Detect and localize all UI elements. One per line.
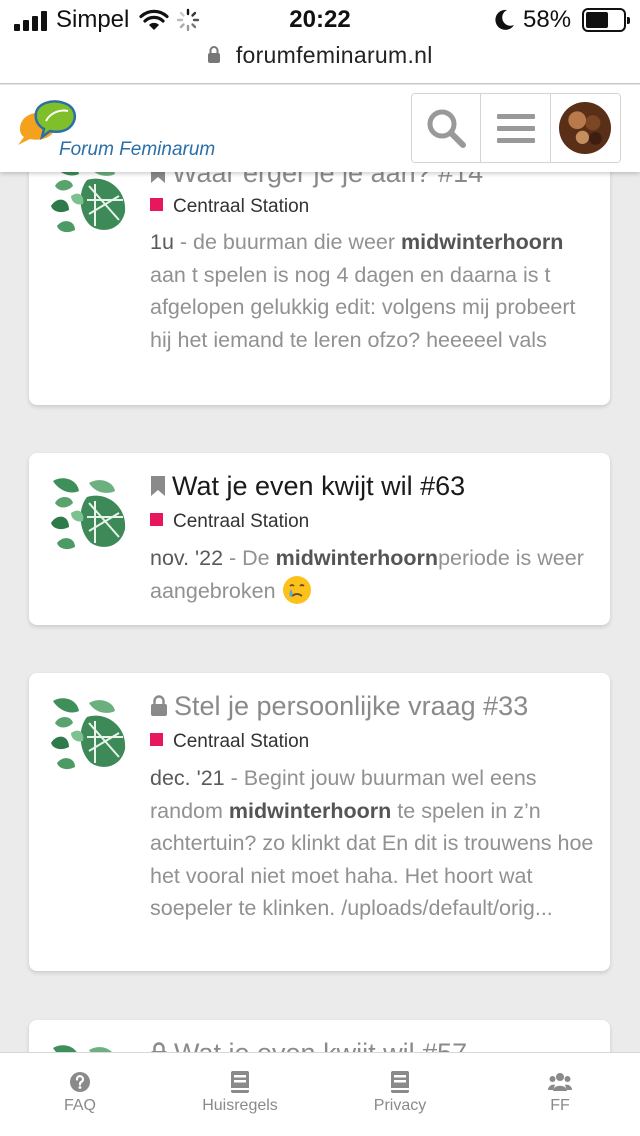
post-thumbnail: [49, 693, 127, 771]
post-date: 1u: [150, 230, 174, 254]
post-category[interactable]: Centraal Station: [150, 511, 309, 533]
category-color-square: [150, 513, 163, 527]
post-card[interactable]: Wat je even kwijt wil #63 Centraal Stati…: [29, 453, 610, 625]
search-highlight: midwinterhoorn: [228, 798, 392, 823]
post-card[interactable]: Stel je persoonlijke vraag #33 Centraal …: [29, 673, 610, 971]
nav-ff[interactable]: FF: [480, 1053, 640, 1136]
hamburger-menu-icon: [496, 114, 535, 143]
menu-button[interactable]: [481, 94, 551, 162]
book-icon: [231, 1071, 249, 1093]
post-category[interactable]: Centraal Station: [150, 196, 309, 218]
post-excerpt: 1u - de buurman die weer midwinterhoorn …: [150, 230, 576, 352]
nav-huisregels[interactable]: Huisregels: [160, 1053, 320, 1136]
crying-face-emoji-icon: [282, 575, 311, 604]
nav-label: FAQ: [63, 1097, 96, 1114]
nav-faq[interactable]: FAQ: [0, 1053, 160, 1136]
post-thumbnail: [49, 473, 127, 551]
bookmark-icon: [151, 475, 165, 496]
nav-privacy[interactable]: Privacy: [320, 1053, 480, 1136]
nav-label: Privacy: [373, 1097, 427, 1114]
nav-label: FF: [550, 1097, 570, 1114]
do-not-disturb-moon-icon: [495, 9, 514, 30]
status-bar: Simpel 20:22 58%: [0, 0, 640, 42]
site-logo[interactable]: Forum Feminarum: [16, 99, 236, 160]
book-icon: [391, 1071, 409, 1093]
search-button[interactable]: [412, 94, 482, 162]
category-color-square: [150, 198, 163, 212]
users-icon: [548, 1073, 572, 1091]
battery-icon: [582, 8, 630, 32]
post-date: dec. '21: [150, 766, 225, 790]
category-color-square: [150, 733, 163, 747]
site-header: Forum Feminarum: [0, 85, 640, 172]
user-avatar-button[interactable]: [550, 94, 620, 162]
post-title[interactable]: Wat je even kwijt wil #63: [150, 471, 465, 502]
search-highlight: midwinterhoorn: [401, 230, 564, 254]
lock-icon: [208, 45, 221, 63]
post-title[interactable]: Stel je persoonlijke vraag #33: [150, 691, 528, 722]
lock-icon: [151, 695, 167, 716]
battery-percentage: 58%: [523, 6, 572, 33]
post-date: nov. '22: [150, 546, 224, 570]
question-circle-icon: [70, 1072, 90, 1092]
browser-address-bar[interactable]: forumfeminarum.nl: [0, 42, 640, 84]
post-card[interactable]: Waar erger je je aan? #14 Centraal Stati…: [29, 140, 610, 405]
header-button-group: [411, 93, 621, 163]
search-icon: [427, 109, 467, 148]
url-text[interactable]: forumfeminarum.nl: [236, 42, 433, 69]
logo-text: Forum Feminarum: [59, 139, 216, 160]
post-excerpt: nov. '22 - De midwinterhoornperiode is w…: [150, 542, 595, 607]
post-excerpt: dec. '21 - Begint jouw buurman wel eens …: [150, 766, 594, 920]
post-category[interactable]: Centraal Station: [150, 731, 309, 753]
nav-label: Huisregels: [202, 1097, 278, 1114]
bottom-navigation: FAQ Huisregels Privacy FF: [0, 1052, 640, 1136]
search-highlight: midwinterhoorn: [275, 546, 439, 570]
avatar: [559, 102, 612, 154]
